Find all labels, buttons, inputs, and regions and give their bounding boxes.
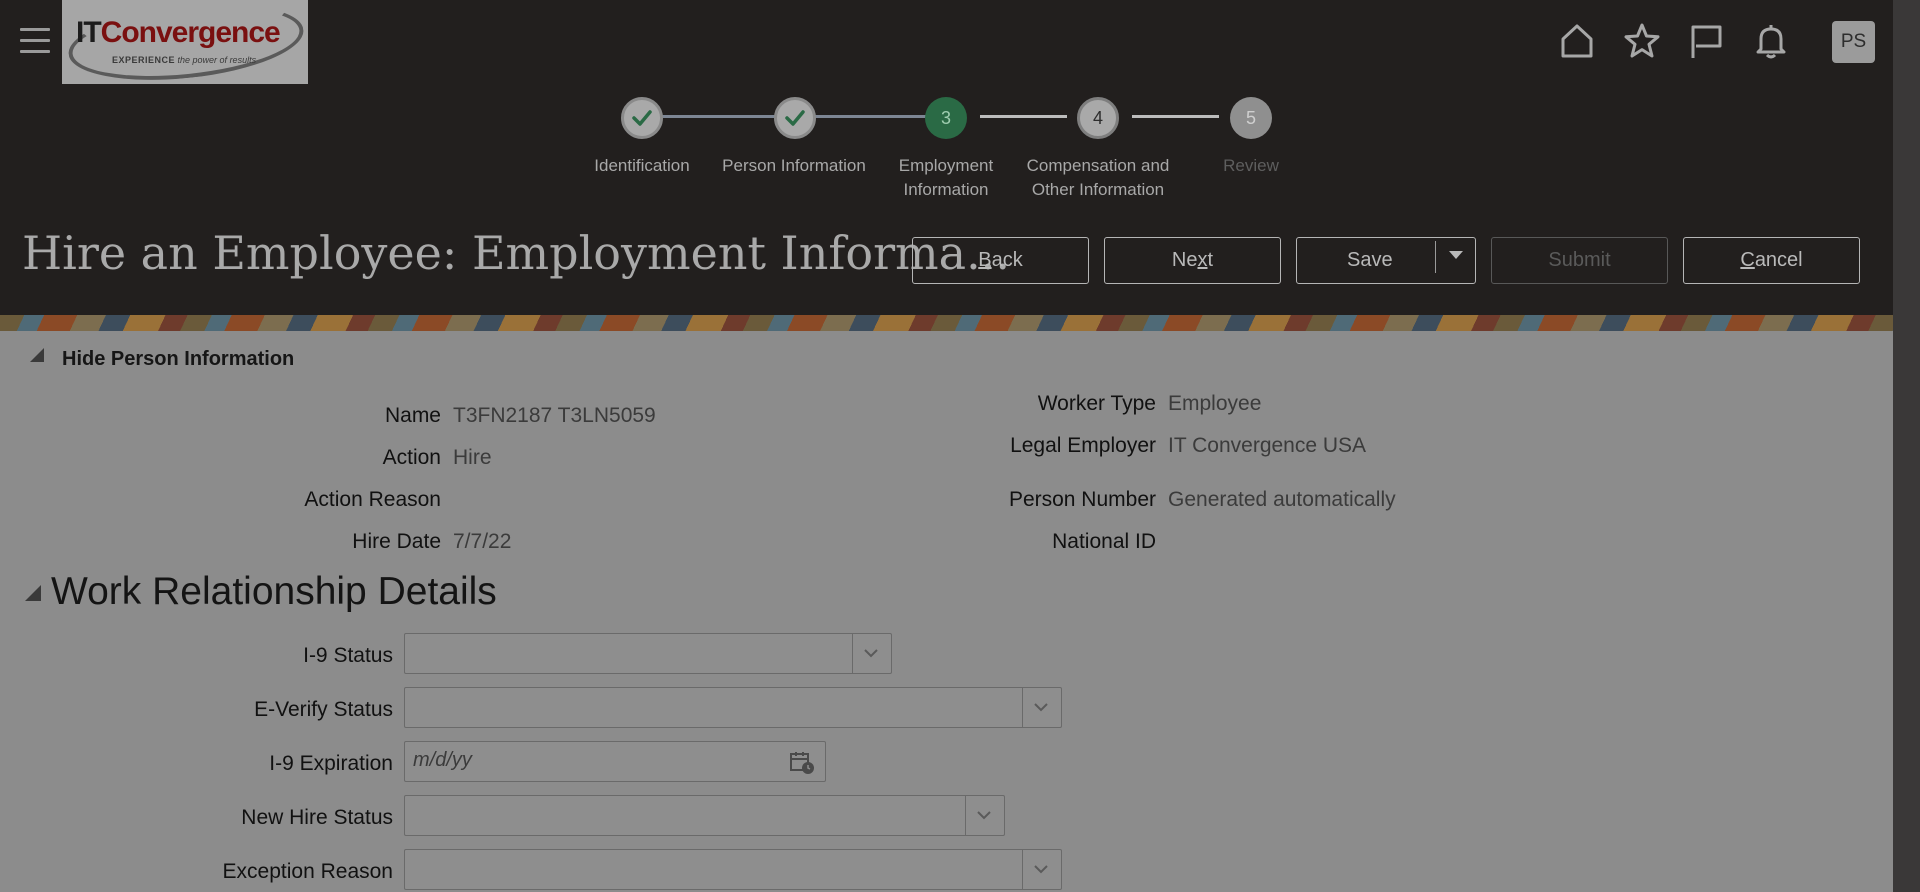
i9-status-label: I-9 Status bbox=[303, 644, 393, 667]
favorites-icon[interactable] bbox=[1623, 22, 1661, 60]
exception-reason-label: Exception Reason bbox=[222, 860, 393, 883]
worker-type-label: Worker Type bbox=[1037, 392, 1156, 415]
legal-employer-value: IT Convergence USA bbox=[1168, 434, 1367, 457]
name-value: T3FN2187 T3LN5059 bbox=[453, 404, 656, 427]
submit-button: Submit bbox=[1491, 237, 1668, 284]
page-title: Hire an Employee: Employment Informa... bbox=[22, 226, 1010, 280]
train-connector bbox=[980, 115, 1067, 118]
i9-status-select[interactable] bbox=[404, 633, 892, 674]
scrollbar-track[interactable] bbox=[1893, 0, 1920, 892]
flag-icon[interactable] bbox=[1687, 22, 1725, 60]
person-number-value: Generated automatically bbox=[1168, 488, 1396, 511]
i9-expiration-label: I-9 Expiration bbox=[269, 752, 393, 775]
home-icon[interactable] bbox=[1558, 22, 1596, 60]
check-icon bbox=[632, 110, 652, 126]
caret-down-icon bbox=[1449, 251, 1463, 259]
chevron-down-icon bbox=[1034, 865, 1048, 874]
legal-employer-label: Legal Employer bbox=[1010, 434, 1156, 457]
hire-date-value: 7/7/22 bbox=[453, 530, 512, 553]
train-stop-review: 5 bbox=[1230, 97, 1272, 139]
bell-icon[interactable] bbox=[1752, 22, 1790, 60]
train-stop-employment-information[interactable]: 3 bbox=[925, 97, 967, 139]
chevron-down-icon bbox=[977, 811, 991, 820]
chevron-down-icon bbox=[1034, 703, 1048, 712]
train-connector bbox=[662, 115, 776, 118]
new-hire-status-label: New Hire Status bbox=[241, 806, 393, 829]
company-logo[interactable]: ITConvergence EXPERIENCE the power of re… bbox=[62, 0, 308, 84]
decorative-banner bbox=[0, 315, 1893, 331]
train-label-person-information[interactable]: Person Information bbox=[709, 154, 879, 178]
train-connector bbox=[1132, 115, 1219, 118]
train-label-identification[interactable]: Identification bbox=[557, 154, 727, 178]
chevron-down-icon bbox=[864, 649, 878, 658]
i9-expiration-input[interactable] bbox=[411, 748, 775, 773]
train-stop-identification[interactable] bbox=[621, 97, 663, 139]
hide-person-information-toggle[interactable]: Hide Person Information bbox=[62, 348, 294, 371]
work-relationship-heading: Work Relationship Details bbox=[51, 570, 497, 613]
worker-type-value: Employee bbox=[1168, 392, 1262, 415]
action-label: Action bbox=[382, 446, 441, 469]
save-menu-button[interactable] bbox=[1436, 237, 1476, 284]
action-value: Hire bbox=[453, 446, 492, 469]
name-label: Name bbox=[384, 404, 441, 427]
new-hire-status-select[interactable] bbox=[404, 795, 1005, 836]
i9-expiration-date-field[interactable] bbox=[404, 741, 826, 782]
check-icon bbox=[785, 110, 805, 126]
collapse-triangle-icon[interactable] bbox=[25, 585, 41, 601]
train-stop-person-information[interactable] bbox=[774, 97, 816, 139]
collapse-triangle-icon[interactable] bbox=[30, 348, 44, 362]
calendar-icon[interactable] bbox=[789, 751, 815, 775]
hire-date-label: Hire Date bbox=[352, 530, 441, 553]
next-button[interactable]: Ne x t bbox=[1104, 237, 1281, 284]
national-id-label: National ID bbox=[1052, 530, 1156, 553]
everify-status-label: E-Verify Status bbox=[254, 698, 393, 721]
train-label-compensation[interactable]: Compensation and Other Information bbox=[1013, 154, 1183, 202]
everify-status-select[interactable] bbox=[404, 687, 1062, 728]
exception-reason-select[interactable] bbox=[404, 849, 1062, 890]
user-avatar[interactable]: PS bbox=[1832, 21, 1875, 63]
cancel-button[interactable]: Cancel bbox=[1683, 237, 1860, 284]
train-connector bbox=[815, 115, 929, 118]
train-label-employment-information[interactable]: Employment Information bbox=[861, 154, 1031, 202]
back-button[interactable]: Back bbox=[912, 237, 1089, 284]
train-label-review: Review bbox=[1223, 156, 1279, 175]
action-reason-label: Action Reason bbox=[304, 488, 441, 511]
menu-icon[interactable] bbox=[20, 28, 50, 56]
train-stop-compensation[interactable]: 4 bbox=[1077, 97, 1119, 139]
person-number-label: Person Number bbox=[1008, 488, 1156, 511]
